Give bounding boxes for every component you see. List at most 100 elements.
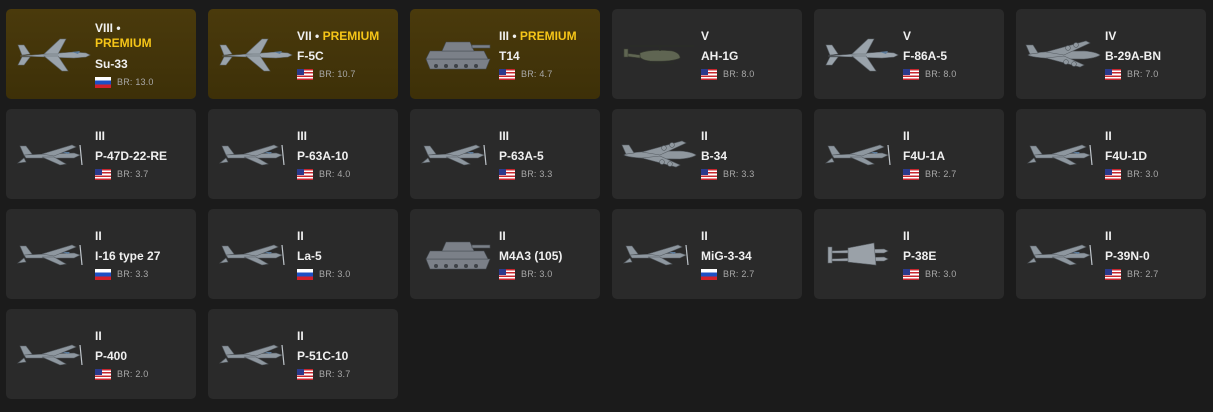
vehicle-name: F4U-1D xyxy=(1105,149,1148,163)
vehicle-name: AH-1G xyxy=(701,49,739,63)
rank-separator: • xyxy=(116,21,121,35)
battle-rating-label: BR: xyxy=(723,269,742,279)
prop-fighter-icon xyxy=(216,231,296,277)
vehicle-name: F-5C xyxy=(297,49,324,63)
battle-rating-value: 3.7 xyxy=(135,169,149,179)
battle-rating-label: BR: xyxy=(723,169,742,179)
vehicle-name: B-34 xyxy=(701,149,728,163)
vehicle-card-p-400[interactable]: II P-400 BR: 2.0 xyxy=(6,309,196,399)
battle-rating: BR: 8.0 xyxy=(925,69,956,79)
vehicle-name: F-86A-5 xyxy=(903,49,948,63)
vehicle-meta: BR: 2.7 xyxy=(1105,268,1200,280)
rank-numeral: II xyxy=(701,229,708,243)
battle-rating-label: BR: xyxy=(319,169,338,179)
usa-flag-icon xyxy=(499,168,515,180)
vehicle-meta: BR: 3.0 xyxy=(297,268,392,280)
bomber-icon xyxy=(1024,31,1104,77)
vehicle-meta: BR: 3.7 xyxy=(95,168,190,180)
russia-flag-icon xyxy=(701,268,717,280)
usa-flag-icon xyxy=(701,68,717,80)
vehicle-card-f-5c[interactable]: VII • PREMIUM F-5C BR: 10.7 xyxy=(208,9,398,99)
vehicle-meta: BR: 3.0 xyxy=(903,268,998,280)
vehicle-rank: II xyxy=(701,229,796,244)
vehicle-card-t14[interactable]: III • PREMIUM T14 BR: 4.7 xyxy=(410,9,600,99)
battle-rating: BR: 7.0 xyxy=(1127,69,1158,79)
vehicle-rank: II xyxy=(297,229,392,244)
rank-numeral: II xyxy=(499,229,506,243)
vehicle-name: M4A3 (105) xyxy=(499,249,563,263)
vehicle-info: II P-400 BR: 2.0 xyxy=(95,329,190,380)
vehicle-meta: BR: 10.7 xyxy=(297,68,392,80)
vehicle-name: B-29A-BN xyxy=(1105,49,1162,63)
vehicle-card-su-33[interactable]: VIII • PREMIUM Su-33 BR: 13.0 xyxy=(6,9,196,99)
battle-rating-label: BR: xyxy=(117,369,136,379)
battle-rating-value: 2.7 xyxy=(943,169,957,179)
rank-numeral: II xyxy=(297,329,304,343)
vehicle-card-f4u-1a[interactable]: II F4U-1A BR: 2.7 xyxy=(814,109,1004,199)
battle-rating-value: 3.3 xyxy=(539,169,553,179)
russia-flag-icon xyxy=(95,76,111,88)
battle-rating: BR: 3.0 xyxy=(319,269,350,279)
vehicle-card-f-86a-5[interactable]: V F-86A-5 BR: 8.0 xyxy=(814,9,1004,99)
vehicle-info: II B-34 BR: 3.3 xyxy=(701,129,796,180)
vehicle-card-f4u-1d[interactable]: II F4U-1D BR: 3.0 xyxy=(1016,109,1206,199)
battle-rating: BR: 3.0 xyxy=(521,269,552,279)
vehicle-meta: BR: 3.3 xyxy=(701,168,796,180)
battle-rating-label: BR: xyxy=(1127,269,1146,279)
vehicle-grid: VIII • PREMIUM Su-33 BR: 13.0 VII • PREM… xyxy=(6,9,1206,399)
battle-rating: BR: 13.0 xyxy=(117,77,154,87)
battle-rating: BR: 2.7 xyxy=(925,169,956,179)
vehicle-card-p-38e[interactable]: II P-38E BR: 3.0 xyxy=(814,209,1004,299)
vehicle-card-ah-1g[interactable]: V AH-1G BR: 8.0 xyxy=(612,9,802,99)
jet-fighter-icon xyxy=(216,31,296,77)
jet-fighter-icon xyxy=(822,31,902,77)
battle-rating: BR: 2.7 xyxy=(723,269,754,279)
battle-rating-value: 3.0 xyxy=(539,269,553,279)
battle-rating: BR: 3.0 xyxy=(1127,169,1158,179)
usa-flag-icon xyxy=(95,168,111,180)
battle-rating-label: BR: xyxy=(723,69,742,79)
vehicle-card-i-16-type-27[interactable]: II I-16 type 27 BR: 3.3 xyxy=(6,209,196,299)
battle-rating-value: 3.0 xyxy=(1145,169,1159,179)
vehicle-card-p-63a-10[interactable]: III P-63A-10 BR: 4.0 xyxy=(208,109,398,199)
battle-rating-value: 13.0 xyxy=(135,77,154,87)
battle-rating-label: BR: xyxy=(521,269,540,279)
vehicle-card-m4a3-105-[interactable]: II M4A3 (105) BR: 3.0 xyxy=(410,209,600,299)
vehicle-card-p-51c-10[interactable]: II P-51C-10 BR: 3.7 xyxy=(208,309,398,399)
prop-fighter-icon xyxy=(1024,131,1104,177)
vehicle-card-b-29a-bn[interactable]: IV B-29A-BN BR: 7.0 xyxy=(1016,9,1206,99)
vehicle-meta: BR: 3.0 xyxy=(499,268,594,280)
battle-rating-value: 10.7 xyxy=(337,69,356,79)
rank-numeral: III xyxy=(499,129,510,143)
helicopter-icon xyxy=(620,31,700,77)
vehicle-card-p-47d-22-re[interactable]: III P-47D-22-RE BR: 3.7 xyxy=(6,109,196,199)
battle-rating-label: BR: xyxy=(319,269,338,279)
usa-flag-icon xyxy=(903,268,919,280)
rank-numeral: V xyxy=(903,29,912,43)
battle-rating: BR: 3.3 xyxy=(117,269,148,279)
rank-numeral: II xyxy=(903,229,910,243)
vehicle-info: IV B-29A-BN BR: 7.0 xyxy=(1105,29,1200,80)
battle-rating-value: 2.7 xyxy=(1145,269,1159,279)
rank-separator: • xyxy=(512,29,517,43)
vehicle-card-p-39n-0[interactable]: II P-39N-0 BR: 2.7 xyxy=(1016,209,1206,299)
battle-rating: BR: 3.7 xyxy=(117,169,148,179)
rank-numeral: III xyxy=(95,129,106,143)
battle-rating: BR: 3.3 xyxy=(723,169,754,179)
vehicle-card-mig-3-34[interactable]: II MiG-3-34 BR: 2.7 xyxy=(612,209,802,299)
vehicle-card-p-63a-5[interactable]: III P-63A-5 BR: 3.3 xyxy=(410,109,600,199)
vehicle-meta: BR: 2.7 xyxy=(903,168,998,180)
vehicle-info: II P-38E BR: 3.0 xyxy=(903,229,998,280)
vehicle-info: V AH-1G BR: 8.0 xyxy=(701,29,796,80)
battle-rating-label: BR: xyxy=(319,369,338,379)
rank-numeral: II xyxy=(701,129,708,143)
vehicle-card-b-34[interactable]: II B-34 BR: 3.3 xyxy=(612,109,802,199)
vehicle-card-la-5[interactable]: II La-5 BR: 3.0 xyxy=(208,209,398,299)
vehicle-info: II P-39N-0 BR: 2.7 xyxy=(1105,229,1200,280)
vehicle-info: III • PREMIUM T14 BR: 4.7 xyxy=(499,29,594,80)
premium-label: PREMIUM xyxy=(322,29,380,43)
vehicle-rank: III xyxy=(499,129,594,144)
vehicle-meta: BR: 8.0 xyxy=(903,68,998,80)
vehicle-meta: BR: 3.7 xyxy=(297,368,392,380)
battle-rating: BR: 4.0 xyxy=(319,169,350,179)
